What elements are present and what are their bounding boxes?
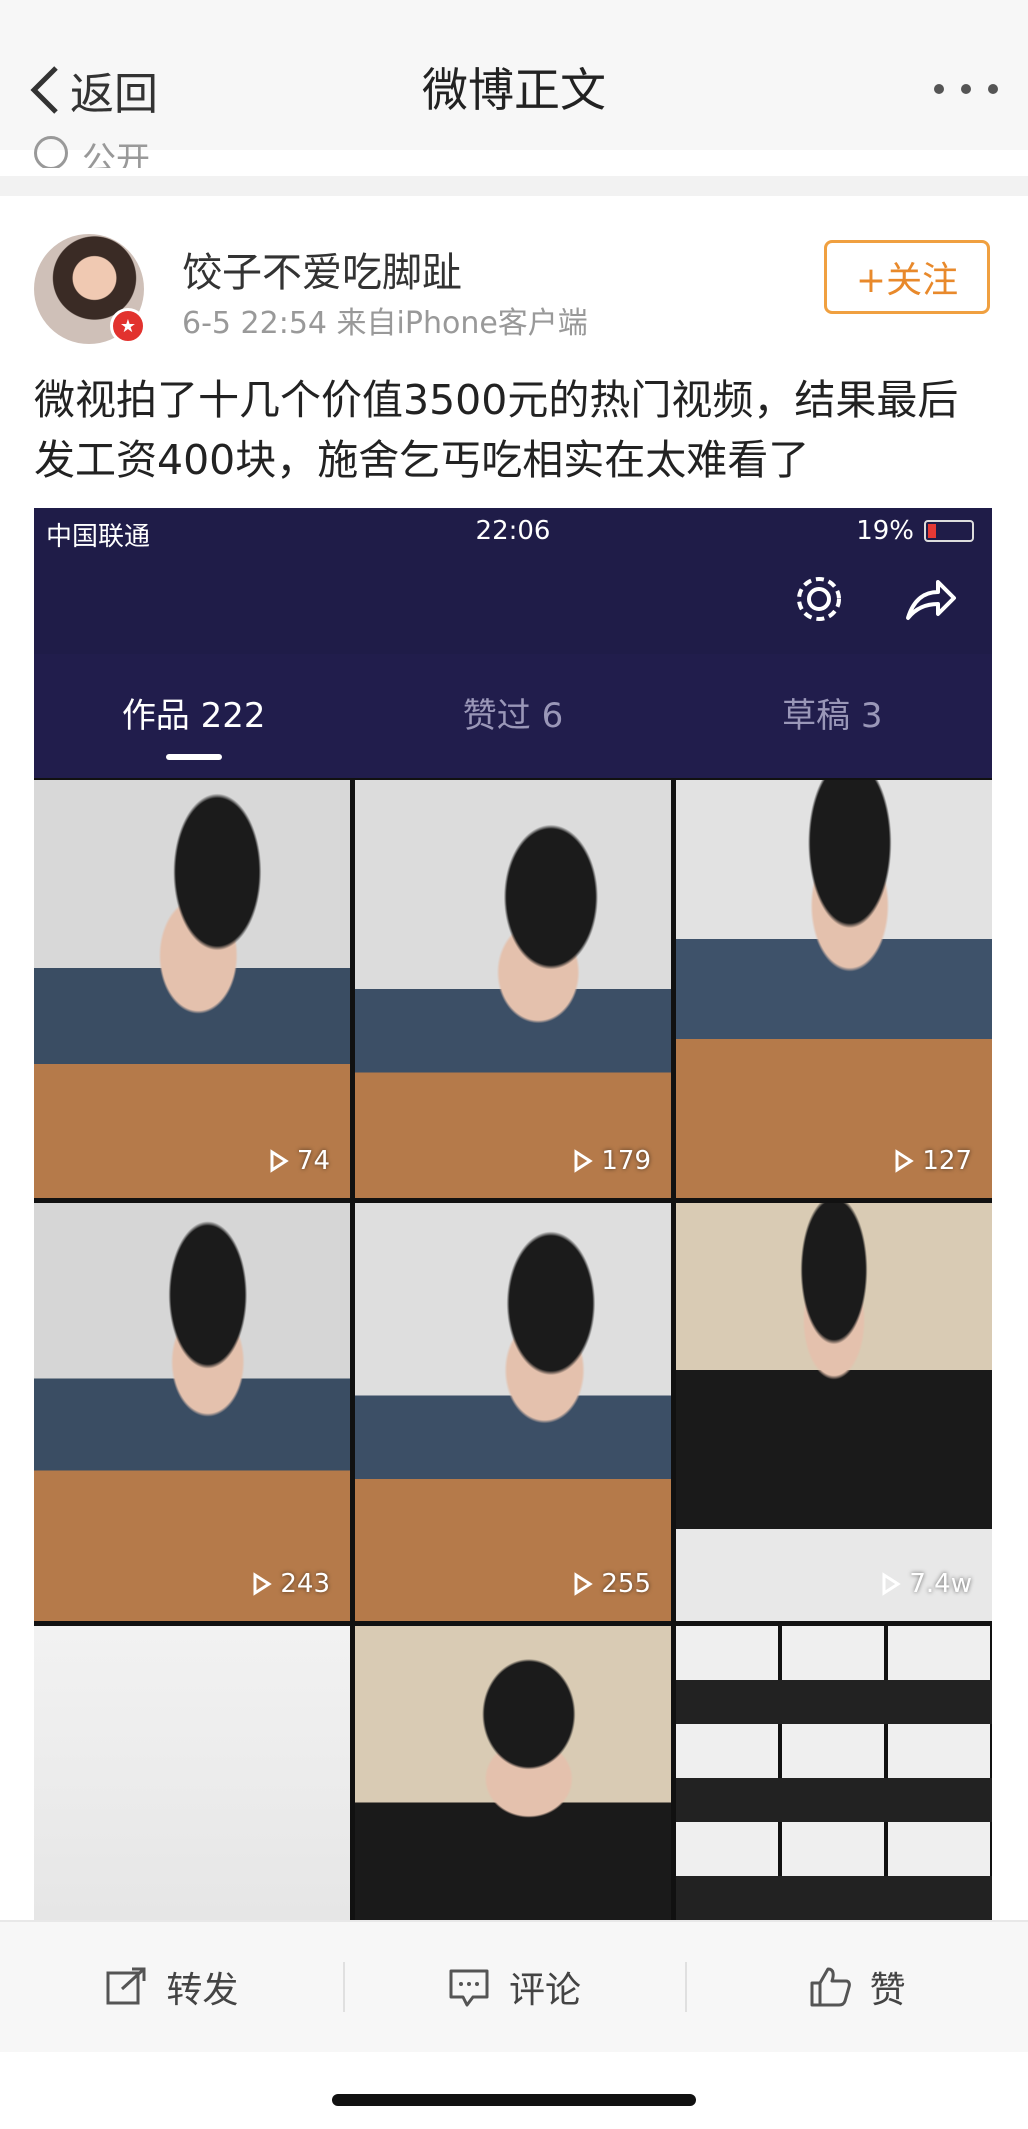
tab-drafts: 草稿 3: [782, 696, 883, 736]
play-count: 7.4w: [909, 1569, 972, 1599]
username[interactable]: 饺子不爱吃脚趾: [182, 240, 462, 298]
play-count: 255: [601, 1569, 651, 1599]
visibility-indicator: 公开: [34, 132, 150, 168]
play-icon: [882, 1572, 902, 1596]
play-count: 74: [296, 1146, 330, 1176]
play-count: 127: [922, 1146, 972, 1176]
tab-liked: 赞过 6: [462, 696, 564, 736]
video-thumbnail: 243: [34, 1203, 350, 1621]
video-thumbnail: 127: [676, 780, 992, 1198]
share-icon: [906, 580, 956, 620]
post-meta: 6-5 22:54 来自iPhone客户端: [182, 306, 588, 341]
page-title: 微博正文: [422, 63, 606, 117]
repost-label: 转发: [166, 1970, 239, 2011]
play-count: 243: [280, 1569, 330, 1599]
play-icon: [574, 1149, 594, 1173]
gear-icon: [797, 577, 841, 621]
home-indicator: [332, 2094, 696, 2106]
tab-works: 作品 222: [34, 654, 353, 778]
clock-label: 22:06: [475, 516, 551, 546]
video-thumbnail: 7.4w: [676, 1203, 992, 1621]
follow-button[interactable]: +关注: [824, 240, 990, 314]
video-thumbnail: [676, 1626, 992, 1920]
comment-label: 评论: [509, 1970, 582, 2011]
repost-button[interactable]: 转发: [0, 1922, 343, 2052]
section-divider: [0, 176, 1028, 196]
video-thumbnail: [34, 1626, 350, 1920]
embedded-screenshot[interactable]: 中国联通 22:06 19% 作品 222 赞过 6 草稿 3 74 179 1…: [34, 508, 992, 1920]
visibility-label: 公开: [82, 140, 150, 168]
play-icon: [895, 1149, 915, 1173]
like-label: 赞: [869, 1970, 906, 2011]
comment-icon: [449, 1969, 489, 2007]
status-bar: 中国联通 22:06 19%: [34, 508, 992, 556]
more-options-icon[interactable]: [934, 72, 998, 106]
video-thumbnail: 255: [355, 1203, 671, 1621]
play-icon: [574, 1572, 594, 1596]
play-icon: [270, 1149, 289, 1173]
globe-icon: [34, 136, 68, 168]
play-count: 179: [601, 1146, 651, 1176]
video-grid: 74 179 127 243 255 7.4w: [34, 778, 992, 1920]
battery-percent: 19%: [856, 516, 914, 546]
repost-icon: [106, 1967, 146, 2005]
nav-bar: 返回 微博正文 公开: [0, 0, 1028, 168]
video-thumbnail: 74: [34, 780, 350, 1198]
post-text: 微视拍了十几个价值3500元的热门视频，结果最后发工资400块，施舍乞丐吃相实在…: [34, 376, 959, 484]
battery-icon: [924, 520, 974, 542]
verified-badge-icon: ★: [110, 308, 146, 344]
play-icon: [253, 1572, 273, 1596]
video-thumbnail: [355, 1626, 671, 1920]
like-button[interactable]: 赞: [685, 1922, 1028, 2052]
action-bar: 转发 评论 赞: [0, 1920, 1028, 2052]
comment-button[interactable]: 评论: [342, 1922, 686, 2052]
video-thumbnail: 179: [355, 780, 671, 1198]
thumbs-up-icon: [810, 1967, 851, 2007]
